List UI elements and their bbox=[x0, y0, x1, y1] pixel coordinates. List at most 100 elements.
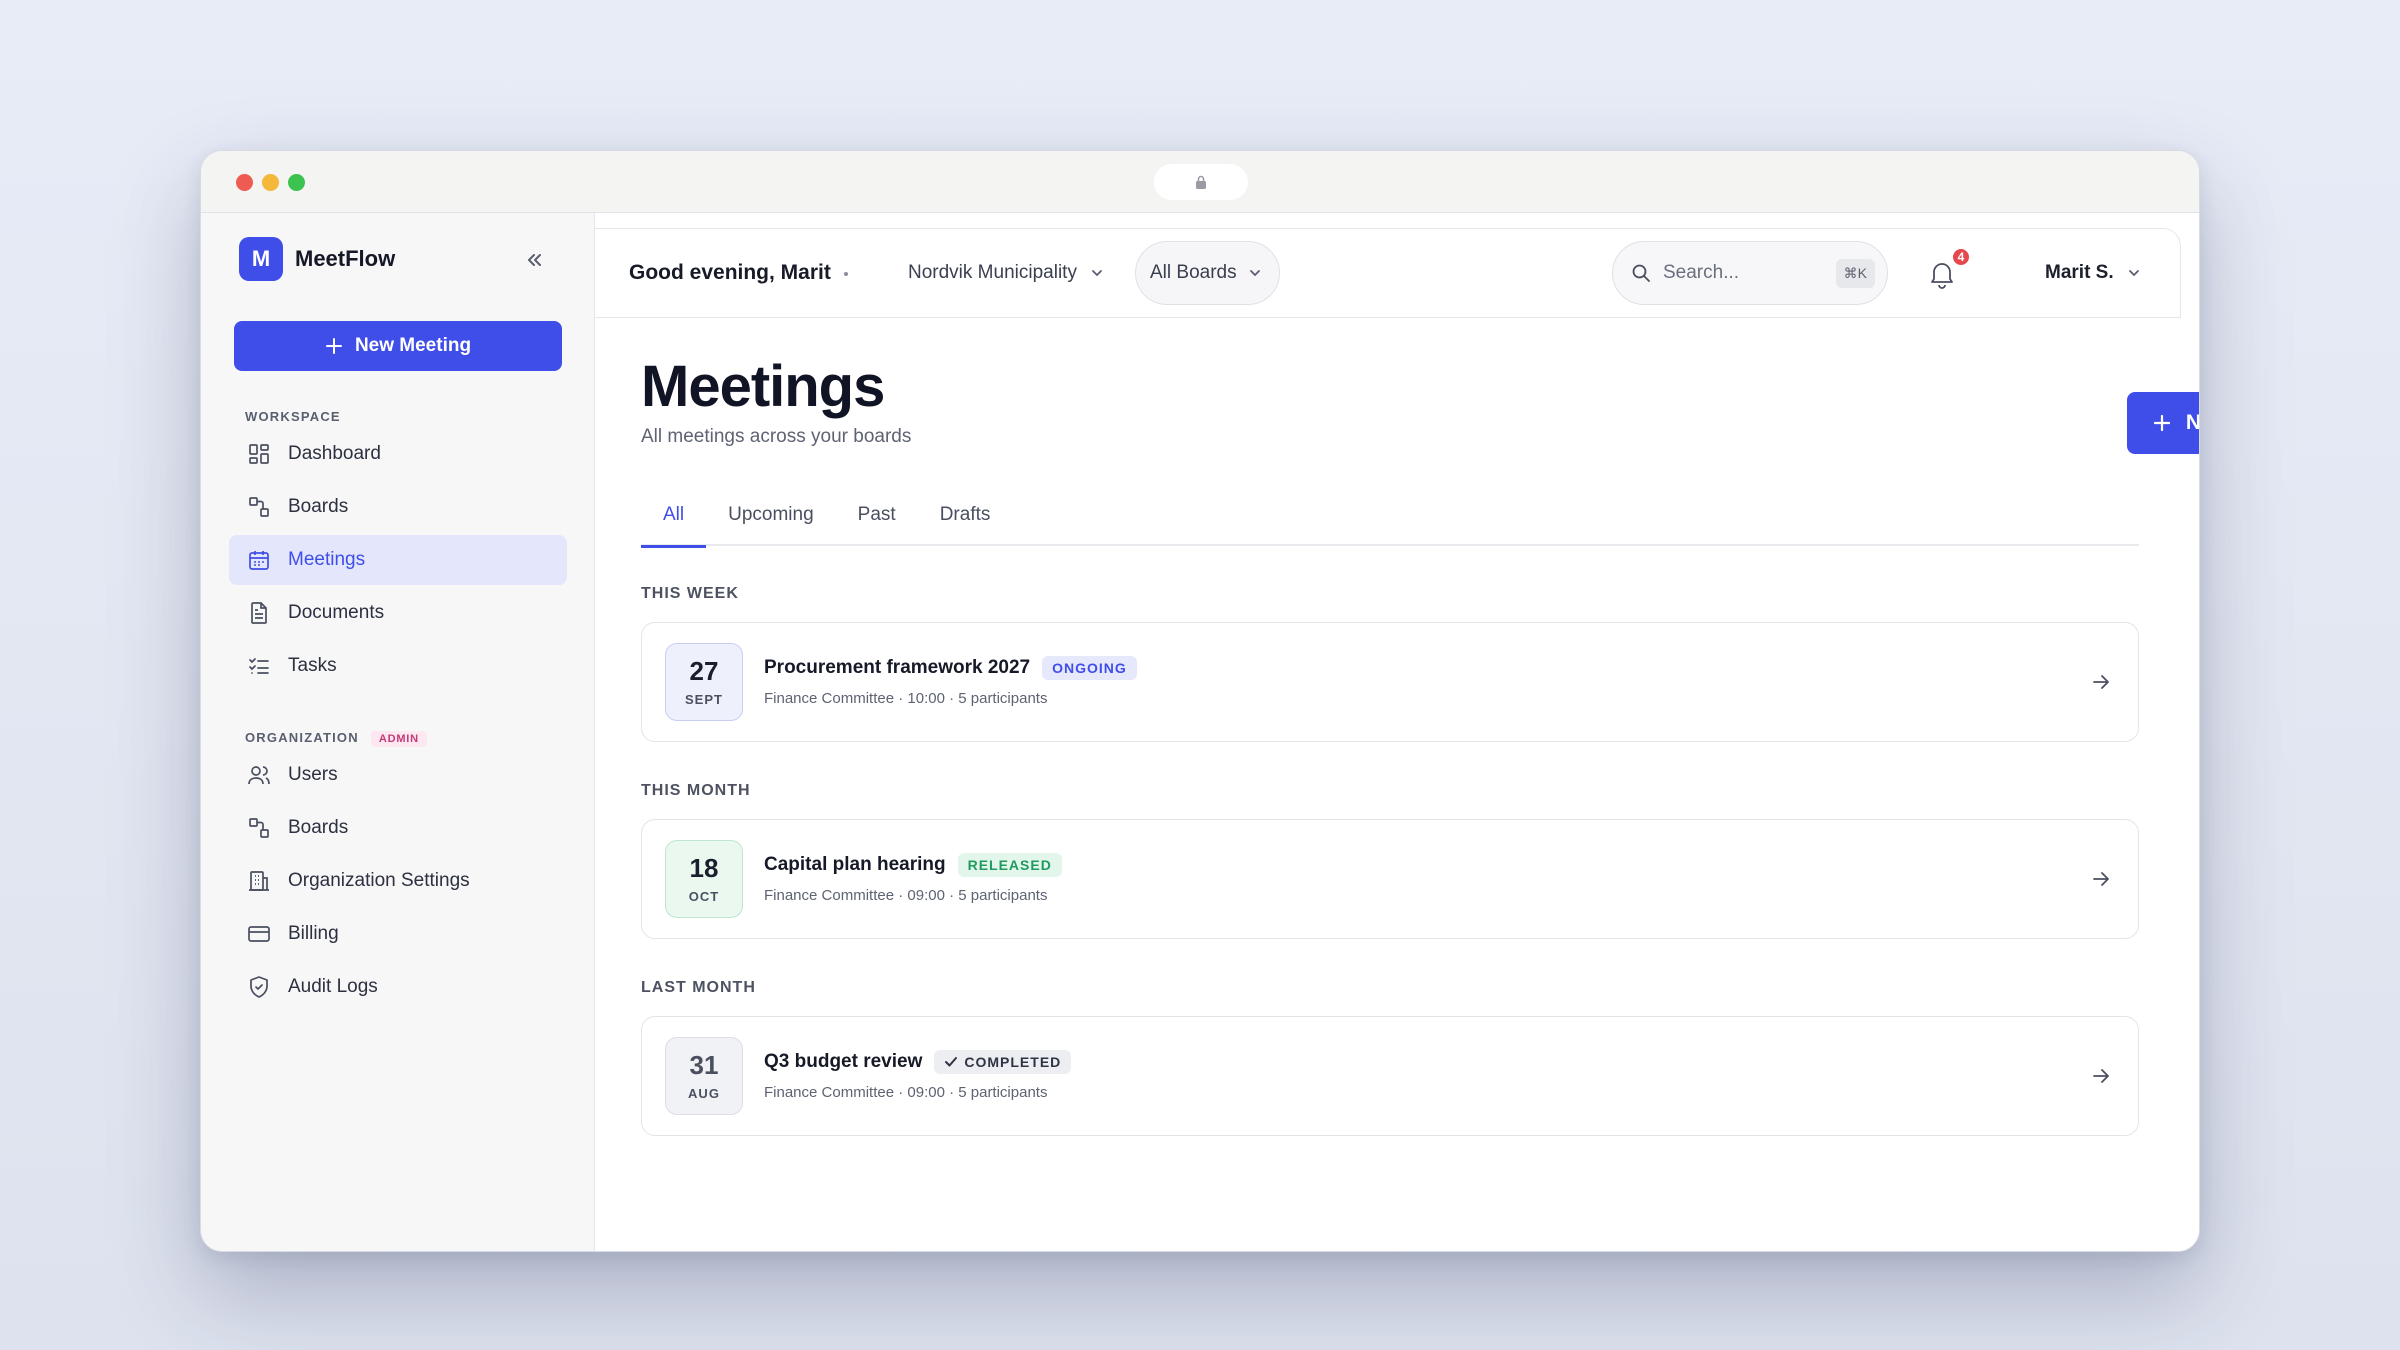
sidebar-item-label: Billing bbox=[288, 923, 339, 944]
sidebar-item-tasks[interactable]: Tasks bbox=[229, 641, 567, 691]
minimize-window-button[interactable] bbox=[262, 174, 279, 191]
meeting-meta: Finance Committee · 09:00 · 5 participan… bbox=[764, 1084, 1048, 1101]
card-title-row: Capital plan hearing RELEASED bbox=[764, 853, 1062, 877]
sidebar-item-organization-settings[interactable]: Organization Settings bbox=[229, 856, 567, 906]
sidebar-item-label: Audit Logs bbox=[288, 976, 378, 997]
boards-icon bbox=[249, 497, 269, 517]
sidebar-item-meetings[interactable]: Meetings bbox=[229, 535, 567, 585]
group-label-last-month: LAST MONTH bbox=[641, 979, 756, 996]
meeting-title: Procurement framework 2027 bbox=[764, 657, 1031, 678]
date-box: 27 SEPT bbox=[665, 643, 743, 721]
sidebar-item-label: Tasks bbox=[288, 655, 337, 676]
meeting-tabs: All Upcoming Past Drafts bbox=[641, 484, 2139, 548]
status-badge: RELEASED bbox=[957, 853, 1062, 877]
arrow-right-icon[interactable] bbox=[2090, 1065, 2112, 1087]
status-badge: COMPLETED bbox=[934, 1050, 1072, 1074]
check-icon bbox=[945, 1057, 958, 1067]
boards-icon bbox=[249, 818, 269, 838]
status-badge-label: COMPLETED bbox=[964, 1054, 1062, 1070]
sidebar-item-label: Boards bbox=[288, 817, 349, 838]
sidebar: M MeetFlow New Meeting WORKSPACE Dashboa… bbox=[201, 213, 595, 1251]
browser-window: M MeetFlow New Meeting WORKSPACE Dashboa… bbox=[200, 150, 2200, 1252]
search-input[interactable]: Search... ⌘K bbox=[1612, 241, 1888, 305]
user-menu[interactable]: Marit S. bbox=[2045, 262, 2140, 284]
close-window-button[interactable] bbox=[236, 174, 253, 191]
window-titlebar bbox=[201, 151, 2199, 213]
chevron-down-icon bbox=[1249, 270, 1260, 277]
date-box: 18 OCT bbox=[665, 840, 743, 918]
sidebar-item-audit-logs[interactable]: Audit Logs bbox=[229, 962, 567, 1012]
sidebar-item-label: Users bbox=[288, 764, 338, 785]
plus-icon bbox=[325, 338, 342, 354]
tab-drafts[interactable]: Drafts bbox=[918, 484, 1013, 546]
sidebar-item-boards[interactable]: Boards bbox=[229, 482, 567, 532]
users-icon bbox=[248, 766, 270, 785]
date-day: 31 bbox=[689, 1049, 719, 1080]
maximize-window-button[interactable] bbox=[288, 174, 305, 191]
date-box: 31 AUG bbox=[665, 1037, 743, 1115]
tab-all[interactable]: All bbox=[641, 484, 707, 548]
new-meeting-label: New Meeting bbox=[2185, 411, 2200, 434]
sidebar-new-meeting-button[interactable]: New Meeting bbox=[234, 321, 562, 371]
meeting-meta: Finance Committee · 09:00 · 5 participan… bbox=[764, 887, 1048, 904]
search-placeholder: Search... bbox=[1663, 262, 1740, 283]
top-bar: Good evening, Marit Nordvik Municipality… bbox=[595, 228, 2181, 318]
meeting-meta: Finance Committee · 10:00 · 5 participan… bbox=[764, 690, 1048, 707]
search-icon bbox=[1632, 264, 1650, 282]
grid-icon bbox=[249, 444, 269, 464]
sidebar-item-users[interactable]: Users bbox=[229, 750, 567, 800]
sidebar-item-documents[interactable]: Documents bbox=[229, 588, 567, 638]
boards-filter-dropdown[interactable]: All Boards bbox=[1135, 241, 1280, 305]
group-label-this-month: THIS MONTH bbox=[641, 782, 751, 799]
date-month: OCT bbox=[688, 888, 720, 904]
shield-icon bbox=[250, 976, 268, 998]
address-bar[interactable] bbox=[1154, 164, 1248, 200]
lock-icon bbox=[1196, 175, 1206, 189]
sidebar-item-org-boards[interactable]: Boards bbox=[229, 803, 567, 853]
organization-label: ORGANIZATION bbox=[245, 730, 359, 745]
sidebar-item-billing[interactable]: Billing bbox=[229, 909, 567, 959]
new-meeting-button[interactable]: New Meeting bbox=[2127, 392, 2200, 454]
notification-count-badge: 4 bbox=[1951, 247, 1971, 267]
organization-section-label: ORGANIZATION ADMIN bbox=[245, 730, 427, 747]
meeting-card[interactable]: 31 AUG Q3 budget review COMPLETED Financ… bbox=[641, 1016, 2139, 1136]
meeting-title: Q3 budget review bbox=[764, 1051, 923, 1072]
brand-logo: M bbox=[239, 237, 283, 281]
checklist-icon bbox=[249, 658, 269, 674]
sidebar-item-dashboard[interactable]: Dashboard bbox=[229, 429, 567, 479]
chevron-down-icon bbox=[2128, 270, 2139, 277]
sidebar-item-label: Dashboard bbox=[288, 443, 381, 464]
meeting-card[interactable]: 27 SEPT Procurement framework 2027 ONGOI… bbox=[641, 622, 2139, 742]
meeting-title: Capital plan hearing bbox=[764, 854, 946, 875]
arrow-right-icon[interactable] bbox=[2090, 868, 2112, 890]
sidebar-new-meeting-label: New Meeting bbox=[354, 335, 472, 356]
sidebar-item-label: Organization Settings bbox=[288, 870, 470, 891]
date-month: SEPT bbox=[685, 691, 723, 707]
card-title-row: Procurement framework 2027 ONGOING bbox=[764, 656, 1137, 680]
building-icon bbox=[249, 871, 269, 891]
tab-past[interactable]: Past bbox=[836, 484, 918, 546]
calendar-icon bbox=[249, 551, 269, 570]
date-day: 18 bbox=[689, 852, 719, 883]
group-label-this-week: THIS WEEK bbox=[641, 585, 739, 602]
plus-icon bbox=[2153, 414, 2170, 432]
date-month: AUG bbox=[688, 1085, 720, 1101]
arrow-right-icon[interactable] bbox=[2090, 671, 2112, 693]
meeting-card[interactable]: 18 OCT Capital plan hearing RELEASED Fin… bbox=[641, 819, 2139, 939]
status-badge: ONGOING bbox=[1042, 656, 1137, 680]
main-content: Good evening, Marit Nordvik Municipality… bbox=[595, 213, 2199, 1251]
chevron-down-icon bbox=[1092, 270, 1102, 277]
brand[interactable]: M MeetFlow bbox=[239, 237, 395, 281]
user-name: Marit S. bbox=[2045, 262, 2114, 283]
sidebar-item-label: Meetings bbox=[288, 549, 366, 570]
organization-name: Nordvik Municipality bbox=[908, 262, 1077, 283]
brand-name: MeetFlow bbox=[295, 246, 396, 271]
tab-upcoming[interactable]: Upcoming bbox=[706, 484, 836, 546]
admin-badge: ADMIN bbox=[370, 730, 427, 747]
collapse-sidebar-icon[interactable] bbox=[523, 249, 545, 271]
workspace-section-label: WORKSPACE bbox=[245, 409, 341, 424]
separator-dot bbox=[844, 272, 848, 276]
organization-selector[interactable]: Nordvik Municipality bbox=[908, 262, 1103, 284]
greeting: Good evening, Marit bbox=[629, 261, 831, 284]
card-title-row: Q3 budget review COMPLETED bbox=[764, 1050, 1072, 1074]
